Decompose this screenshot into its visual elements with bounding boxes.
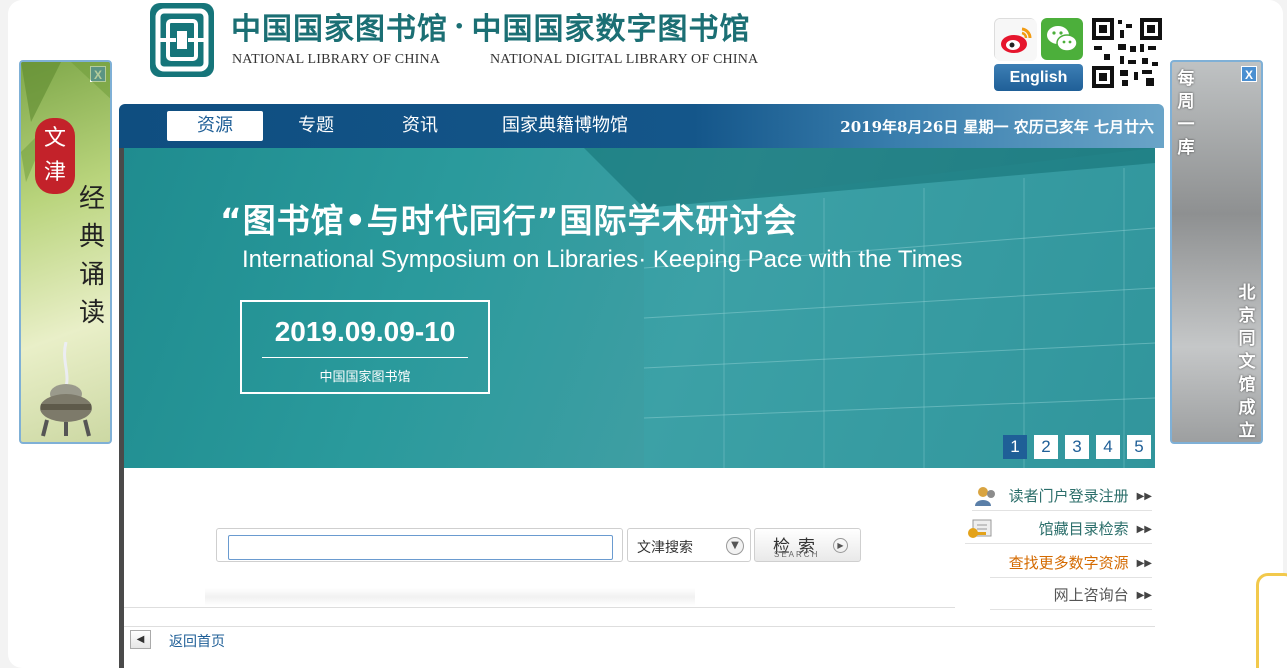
more-digital-resources-link[interactable]: 查找更多数字资源 ▶▶: [990, 548, 1152, 578]
title-digital-library: 中国国家数字图书馆: [471, 12, 751, 47]
weekly-library-text: 每周一库: [1177, 69, 1195, 158]
reader-portal-link[interactable]: 读者门户登录注册 ▶▶: [972, 481, 1152, 511]
online-consultation-link[interactable]: 网上咨询台 ▶▶: [990, 580, 1152, 610]
reader-portal-label: 读者门户登录注册: [1008, 487, 1129, 505]
search-shadow: [205, 588, 695, 606]
pager-page-3[interactable]: 3: [1065, 435, 1089, 459]
carousel-pager: 12345: [996, 435, 1151, 459]
arrow-right-icon: ▶▶: [1136, 490, 1152, 502]
title-national-library: 中国国家图书馆: [231, 12, 448, 47]
divider: [124, 626, 1155, 627]
date-display: 2019年8月26日 星期一 农历己亥年 七月廿六: [840, 118, 1154, 136]
search-button-sublabel: SEARCH: [774, 550, 820, 559]
site-title[interactable]: 中国国家图书馆 · 中国国家数字图书馆: [231, 4, 750, 48]
user-icon: [974, 485, 998, 507]
search-input[interactable]: [228, 535, 613, 560]
search-box: [216, 528, 623, 562]
censer-icon: [31, 341, 101, 438]
divider: [124, 607, 955, 608]
online-consultation-label: 网上咨询台: [1053, 586, 1129, 604]
search-scope-label: 文津搜索: [637, 540, 693, 556]
hero-divider: [262, 357, 468, 358]
floating-widget[interactable]: [1256, 573, 1287, 668]
back-arrow-icon[interactable]: ◀: [130, 630, 151, 649]
vertical-ad-text: 经典诵读: [78, 184, 105, 328]
arrow-right-icon: ▶▶: [1136, 523, 1152, 535]
subtitle-national-library: NATIONAL LIBRARY OF CHINA: [232, 52, 441, 67]
nav-item-topics[interactable]: 专题: [281, 111, 351, 141]
pager-page-2[interactable]: 2: [1034, 435, 1058, 459]
close-icon[interactable]: X: [1241, 66, 1257, 82]
chevron-down-icon[interactable]: ▼: [726, 537, 744, 555]
right-side-banner[interactable]: X 每周一库 北京同文馆成立: [1170, 60, 1263, 444]
catalog-search-link[interactable]: 馆藏目录检索 ▶▶: [965, 514, 1152, 544]
more-digital-resources-label: 查找更多数字资源: [1008, 554, 1129, 572]
hero-banner[interactable]: “图书馆•与时代同行”国际学术研讨会 International Symposi…: [124, 148, 1155, 468]
hero-date: 2019.09.09-10: [274, 316, 456, 347]
nav-item-resources[interactable]: 资源: [167, 111, 263, 141]
pager-page-1[interactable]: 1: [1003, 435, 1027, 459]
content-border-left: [119, 148, 124, 668]
arrow-right-icon: ▶▶: [1136, 557, 1152, 569]
english-button[interactable]: English: [994, 64, 1083, 91]
arrow-right-icon: ▶: [833, 538, 848, 553]
search-button[interactable]: 检索 SEARCH ▶: [754, 528, 861, 562]
pager-page-4[interactable]: 4: [1096, 435, 1120, 459]
catalog-search-label: 馆藏目录检索: [1038, 520, 1129, 538]
nav-item-museum[interactable]: 国家典籍博物馆: [491, 111, 639, 141]
banner-caption: 北京同文馆成立: [1238, 283, 1256, 441]
qr-code-icon: [1090, 16, 1164, 90]
pager-page-5[interactable]: 5: [1127, 435, 1151, 459]
back-home-link[interactable]: 返回首页: [169, 631, 225, 651]
key-card-icon: [967, 518, 992, 540]
subtitle-digital-library: NATIONAL DIGITAL LIBRARY OF CHINA: [490, 52, 759, 67]
seal-wenjin: 文津: [35, 118, 75, 194]
search-scope-select[interactable]: 文津搜索 ▼: [627, 528, 751, 562]
wechat-icon[interactable]: [1041, 18, 1083, 60]
weibo-icon[interactable]: [994, 18, 1037, 61]
nav-item-news[interactable]: 资讯: [385, 111, 455, 141]
hero-subtitle: International Symposium on Libraries· Ke…: [242, 246, 963, 273]
hero-title: “图书馆•与时代同行”国际学术研讨会: [220, 201, 798, 240]
arrow-right-icon: ▶▶: [1136, 589, 1152, 601]
hero-organizer: 中国国家图书馆: [319, 370, 411, 385]
title-separator: ·: [454, 8, 466, 44]
library-logo-icon[interactable]: [150, 3, 214, 77]
left-side-banner[interactable]: X 文津 经典诵读: [19, 60, 112, 444]
hero-date-box: 2019.09.09-10 中国国家图书馆: [240, 300, 490, 394]
main-nav: 资源 专题 资讯 国家典籍博物馆 2019年8月26日 星期一 农历己亥年 七月…: [119, 104, 1164, 148]
